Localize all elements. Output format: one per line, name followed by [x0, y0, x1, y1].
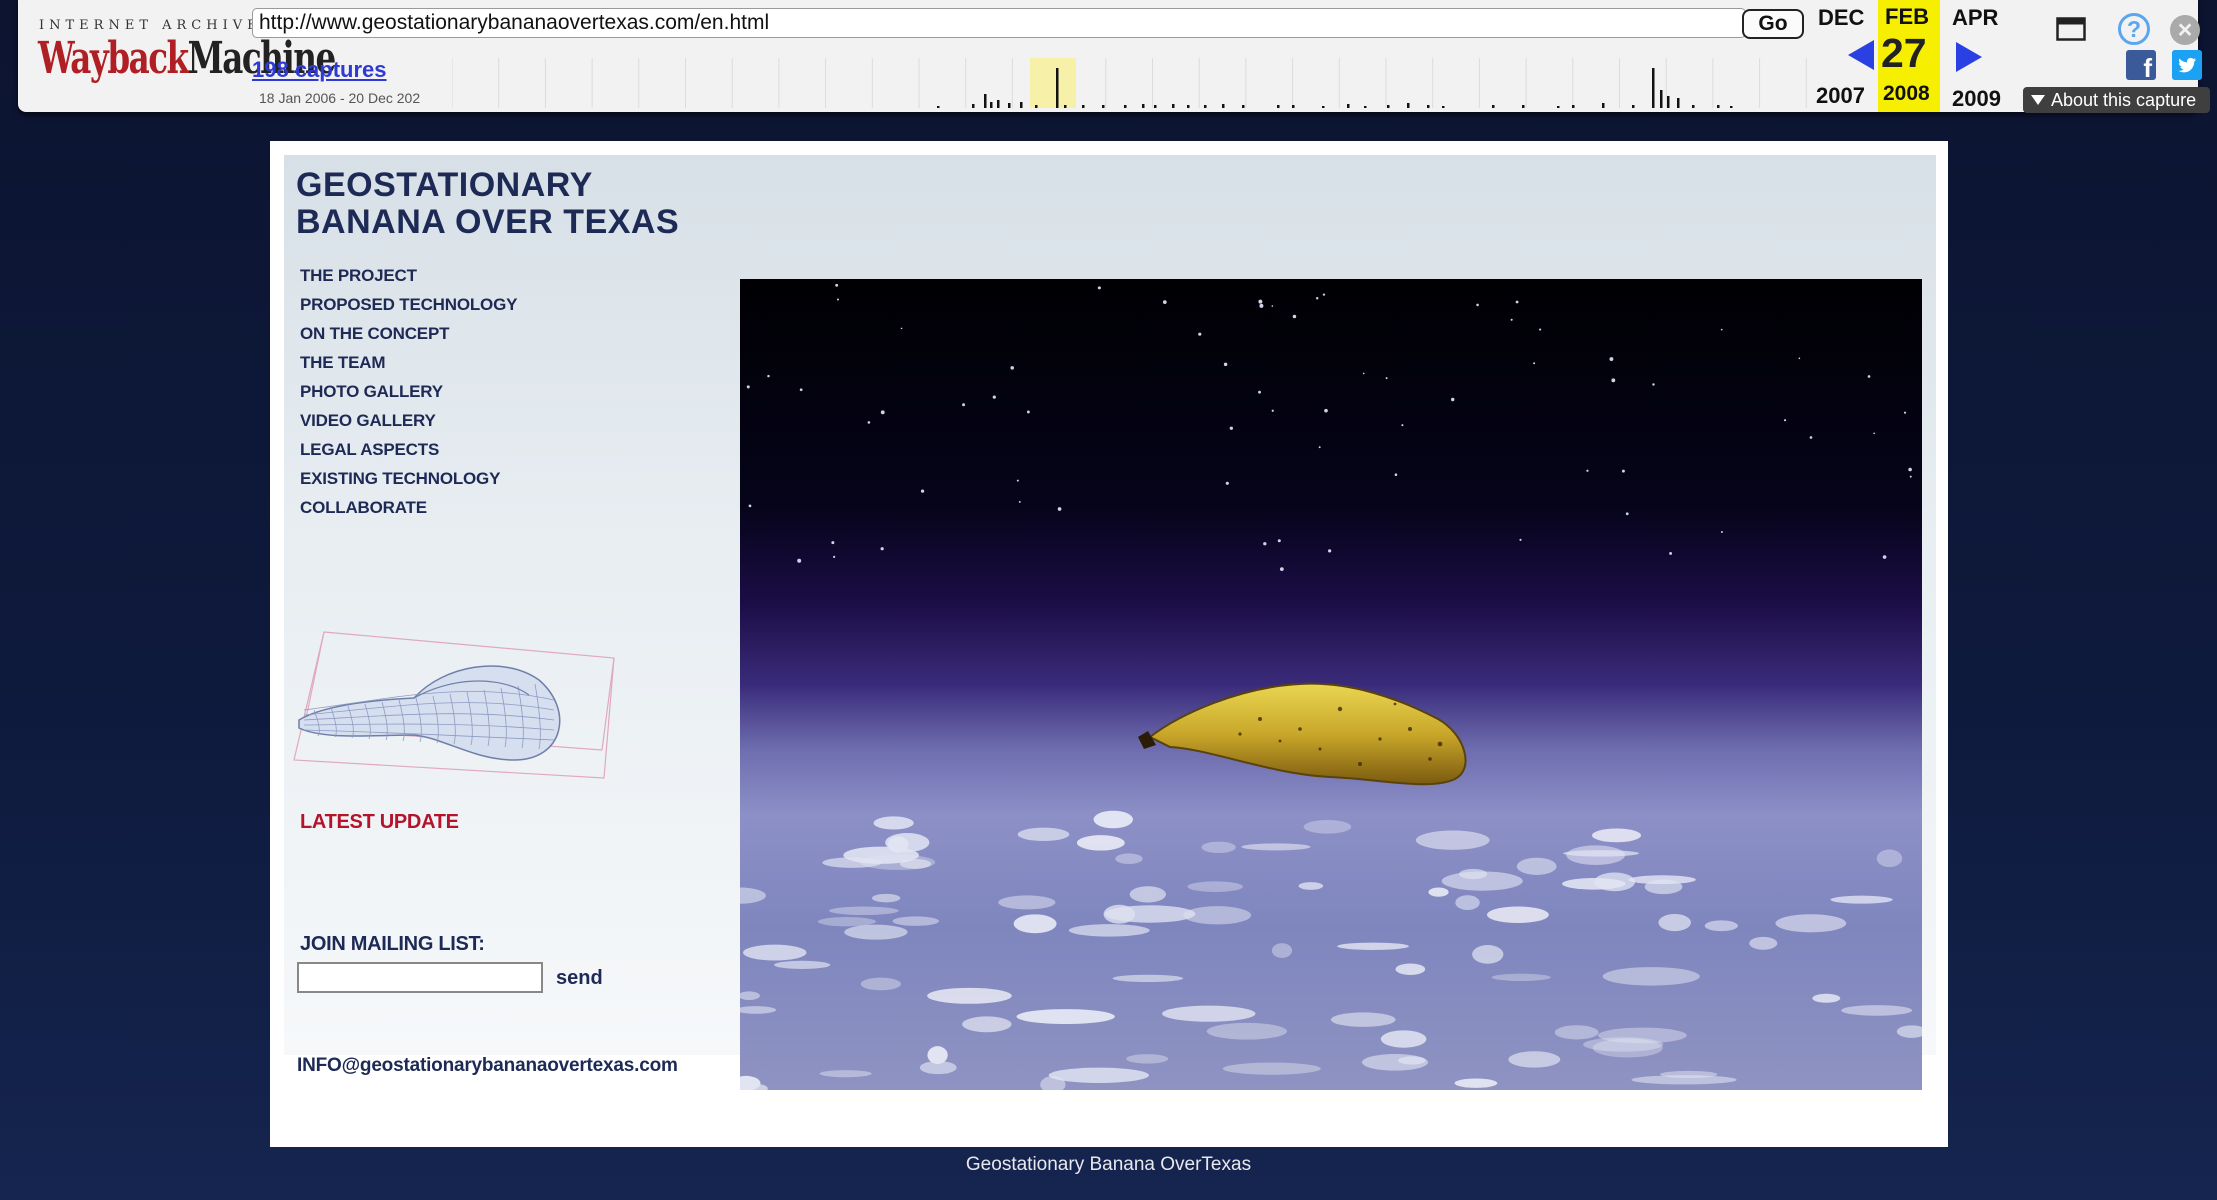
page-caption: Geostationary Banana OverTexas — [965, 1154, 1252, 1175]
next-capture-arrow-icon[interactable] — [1956, 42, 1982, 72]
twitter-icon[interactable] — [2172, 50, 2202, 80]
close-icon[interactable]: × — [2170, 15, 2200, 45]
next-month-label[interactable]: APR — [1952, 5, 1998, 31]
send-button[interactable]: send — [556, 967, 603, 990]
nav-item-on-the-concept[interactable]: ON THE CONCEPT — [300, 319, 517, 348]
banana-wireframe-image — [293, 631, 615, 779]
site-title-line1: GEOSTATIONARY — [296, 166, 593, 204]
email-field[interactable] — [297, 962, 543, 993]
archived-page: GEOSTATIONARY BANANA OVER TEXAS THE PROJ… — [270, 141, 1948, 1147]
current-year-label: 2008 — [1883, 82, 1930, 105]
help-icon[interactable]: ? — [2118, 13, 2150, 45]
captures-date-range: 18 Jan 2006 - 20 Dec 202 — [259, 90, 421, 106]
site-title-line2: BANANA OVER TEXAS — [296, 203, 680, 241]
captures-link[interactable]: 198 captures — [252, 57, 387, 83]
prev-year-label[interactable]: 2007 — [1816, 83, 1865, 109]
nav-item-video-gallery[interactable]: VIDEO GALLERY — [300, 406, 517, 435]
info-email-link[interactable]: INFO@geostationarybananaovertexas.com — [297, 1055, 678, 1077]
nav-item-the-project[interactable]: THE PROJECT — [300, 261, 517, 290]
wayback-toolbar: INTERNET ARCHIVE WaybackMachine Go 198 c… — [18, 0, 2210, 113]
site-title: GEOSTATIONARY BANANA OVER TEXAS — [296, 167, 679, 241]
next-year-label[interactable]: 2009 — [1952, 86, 2001, 112]
nav-item-existing-technology[interactable]: EXISTING TECHNOLOGY — [300, 464, 517, 493]
nav-item-the-team[interactable]: THE TEAM — [300, 348, 517, 377]
about-capture-label: About this capture — [2051, 90, 2197, 110]
url-input[interactable] — [252, 8, 1746, 38]
nav-item-collaborate[interactable]: COLLABORATE — [300, 493, 517, 522]
main-nav: THE PROJECT PROPOSED TECHNOLOGY ON THE CON… — [300, 261, 517, 522]
current-day-label: 27 — [1881, 30, 1927, 76]
capture-sparkline[interactable] — [452, 58, 1822, 108]
current-month-label: FEB — [1885, 4, 1929, 29]
nav-item-photo-gallery[interactable]: PHOTO GALLERY — [300, 377, 517, 406]
content-panel: GEOSTATIONARY BANANA OVER TEXAS THE PROJ… — [284, 155, 1936, 1090]
window-icon[interactable] — [2056, 17, 2086, 41]
dropdown-triangle-icon — [2031, 95, 2045, 105]
latest-update-link[interactable]: LATEST UPDATE — [300, 811, 459, 834]
banana-over-earth-image — [740, 279, 1922, 1090]
logo-wayback-text: Wayback — [38, 33, 189, 84]
go-button[interactable]: Go — [1742, 9, 1804, 39]
prev-capture-arrow-icon[interactable] — [1848, 40, 1874, 70]
about-capture-button[interactable]: About this capture — [2023, 87, 2210, 113]
mailing-list-label: JOIN MAILING LIST: — [300, 933, 485, 955]
nav-item-legal-aspects[interactable]: LEGAL ASPECTS — [300, 435, 517, 464]
prev-month-label[interactable]: DEC — [1818, 5, 1864, 31]
facebook-icon[interactable]: f — [2126, 50, 2156, 80]
internet-archive-label: INTERNET ARCHIVE — [39, 18, 262, 33]
nav-item-proposed-technology[interactable]: PROPOSED TECHNOLOGY — [300, 290, 517, 319]
